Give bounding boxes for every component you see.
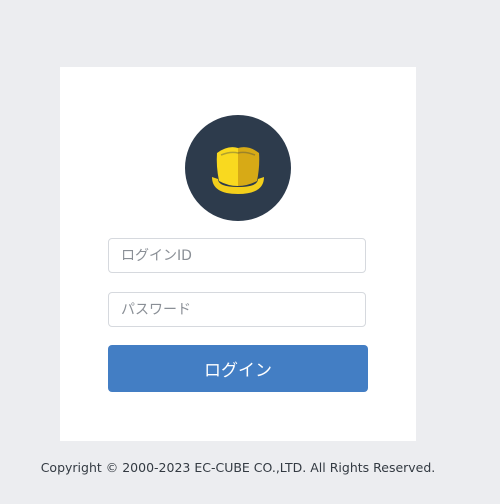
ec-cube-hat-logo-icon: [185, 115, 291, 221]
login-id-input[interactable]: [108, 238, 366, 273]
copyright-text: Copyright © 2000-2023 EC-CUBE CO.,LTD. A…: [40, 460, 436, 475]
password-input[interactable]: [108, 292, 366, 327]
hat-icon: [212, 147, 264, 194]
login-card: ログイン: [60, 67, 416, 441]
login-button[interactable]: ログイン: [108, 345, 368, 392]
